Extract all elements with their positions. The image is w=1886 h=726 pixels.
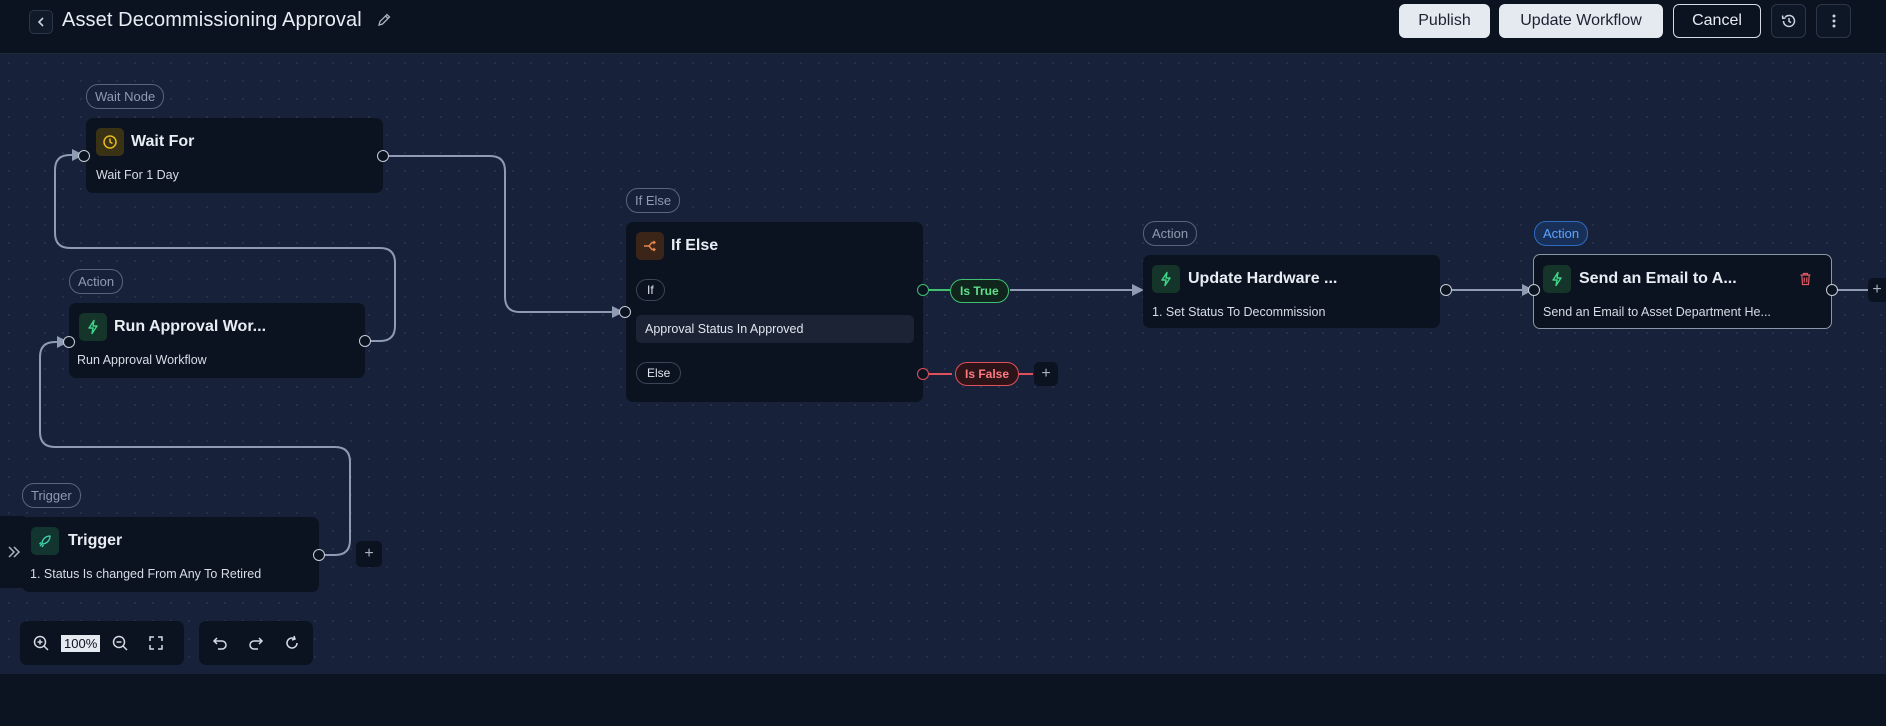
send-email-subtitle: Send an Email to Asset Department He...	[1543, 305, 1771, 319]
back-button[interactable]	[29, 10, 53, 34]
update-hardware-tag: Action	[1143, 221, 1198, 246]
bolt-icon	[79, 313, 107, 341]
chevron-left-icon	[37, 17, 44, 27]
update-hardware-node[interactable]: Update Hardware ... 1. Set Status To Dec…	[1143, 255, 1440, 328]
bolt-icon	[1152, 265, 1180, 293]
if-label: If	[636, 279, 665, 301]
is-true-chip: Is True	[950, 279, 1009, 303]
update-hardware-title: Update Hardware ...	[1188, 270, 1338, 287]
branch-icon	[636, 232, 664, 260]
run-approval-node[interactable]: Run Approval Wor... Run Approval Workflo…	[69, 303, 365, 378]
if-else-tag: If Else	[626, 188, 681, 213]
add-false-branch-button[interactable]: +	[1034, 362, 1058, 386]
trigger-tag: Trigger	[22, 483, 81, 508]
header-bar: Asset Decommissioning Approval Publish U…	[0, 0, 1886, 54]
publish-button[interactable]: Publish	[1399, 4, 1490, 38]
zoom-in-icon	[33, 635, 49, 651]
trigger-subtitle: 1. Status Is changed From Any To Retired	[30, 567, 262, 581]
run-approval-output-port[interactable]	[359, 335, 371, 347]
zoom-level: 100%	[61, 634, 101, 652]
sidebar-toggle[interactable]	[0, 516, 28, 588]
wait-input-port[interactable]	[78, 150, 90, 162]
fit-view-button[interactable]	[138, 625, 174, 661]
clock-icon	[96, 128, 124, 156]
add-after-trigger-button[interactable]: +	[356, 541, 382, 567]
send-email-node[interactable]: Send an Email to A... Send an Email to A…	[1533, 254, 1832, 329]
zoom-out-button[interactable]	[102, 625, 138, 661]
is-false-chip: Is False	[955, 362, 1020, 386]
undo-button[interactable]	[202, 625, 238, 661]
update-workflow-button[interactable]: Update Workflow	[1499, 4, 1663, 38]
if-condition[interactable]: Approval Status In Approved	[636, 315, 914, 343]
zoom-in-button[interactable]	[23, 625, 59, 661]
more-options-button[interactable]	[1816, 4, 1851, 38]
wait-output-port[interactable]	[377, 150, 389, 162]
double-chevron-right-icon	[8, 546, 21, 558]
wait-node-tag: Wait Node	[86, 84, 165, 109]
footer-bar	[0, 674, 1886, 726]
redo-icon	[249, 637, 264, 650]
update-hardware-subtitle: 1. Set Status To Decommission	[1152, 305, 1326, 319]
more-vertical-icon	[1832, 14, 1835, 28]
send-email-output-port[interactable]	[1826, 284, 1838, 296]
send-email-input-port[interactable]	[1528, 284, 1540, 296]
send-email-tag: Action	[1534, 221, 1589, 246]
workflow-editor: Asset Decommissioning Approval Publish U…	[0, 0, 1886, 726]
trigger-node[interactable]: Trigger 1. Status Is changed From Any To…	[22, 517, 319, 592]
cancel-button[interactable]: Cancel	[1673, 4, 1761, 38]
reset-button[interactable]	[274, 625, 310, 661]
zoom-out-icon	[113, 635, 128, 651]
trigger-output-port[interactable]	[313, 549, 325, 561]
history-toolbar	[199, 621, 313, 665]
run-approval-title: Run Approval Wor...	[114, 318, 267, 335]
if-false-port[interactable]	[917, 368, 929, 380]
zoom-toolbar: 100%	[20, 621, 184, 665]
run-approval-tag: Action	[69, 269, 124, 294]
history-icon	[1781, 14, 1795, 28]
trigger-title: Trigger	[68, 532, 123, 549]
fullscreen-icon	[149, 636, 163, 650]
run-approval-input-port[interactable]	[63, 336, 75, 348]
trash-icon	[1800, 272, 1811, 286]
if-else-title: If Else	[671, 237, 719, 254]
add-after-email-button[interactable]: +	[1868, 278, 1886, 302]
run-approval-subtitle: Run Approval Workflow	[77, 353, 207, 367]
refresh-icon	[286, 635, 298, 649]
bolt-icon	[1543, 265, 1571, 293]
pencil-icon	[378, 13, 391, 26]
if-else-input-port[interactable]	[619, 306, 631, 318]
update-hardware-output-port[interactable]	[1440, 284, 1452, 296]
else-label: Else	[636, 362, 682, 384]
edit-title-button[interactable]	[376, 12, 394, 30]
wait-node-subtitle: Wait For 1 Day	[96, 168, 179, 182]
rocket-icon	[31, 527, 59, 555]
if-true-port[interactable]	[917, 284, 929, 296]
wait-for-node[interactable]: Wait For Wait For 1 Day	[86, 118, 383, 193]
page-title: Asset Decommissioning Approval	[62, 9, 362, 31]
undo-icon	[212, 637, 227, 650]
delete-node-button[interactable]	[1799, 272, 1813, 286]
send-email-title: Send an Email to A...	[1579, 270, 1737, 287]
history-button[interactable]	[1771, 4, 1806, 38]
redo-button[interactable]	[238, 625, 274, 661]
wait-node-title: Wait For	[131, 133, 195, 150]
